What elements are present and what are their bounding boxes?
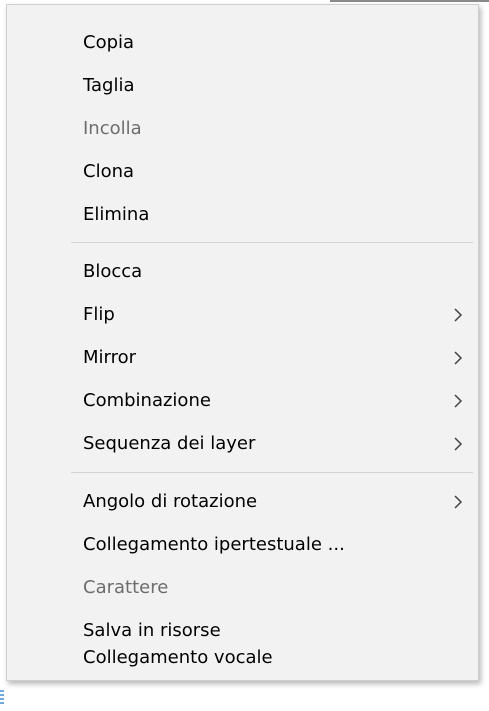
menu-item-label: Elimina xyxy=(83,204,150,225)
menu-item-label: Mirror xyxy=(83,347,137,368)
chevron-right-icon xyxy=(454,308,463,322)
menu-separator xyxy=(71,242,473,243)
menu-item-sequenza-dei-layer[interactable]: Sequenza dei layer xyxy=(7,422,478,465)
menu-item-taglia[interactable]: Taglia xyxy=(7,64,478,107)
chevron-right-icon xyxy=(454,351,463,365)
menu-separator xyxy=(71,472,473,473)
menu-item-label: Combinazione xyxy=(83,390,211,411)
menu-item-flip[interactable]: Flip xyxy=(7,293,478,336)
menu-item-label: Copia xyxy=(83,32,135,53)
menu-item-label: Incolla xyxy=(83,118,142,139)
menu-item-collegamento-vocale[interactable]: Collegamento vocale xyxy=(7,636,478,679)
menu-item-label: Angolo di rotazione xyxy=(83,491,258,512)
context-menu: Copia Taglia Incolla Clona Elimina Blocc… xyxy=(6,4,479,681)
menu-item-label: Clona xyxy=(83,161,135,182)
menu-item-combinazione[interactable]: Combinazione xyxy=(7,379,478,422)
menu-item-label: Blocca xyxy=(83,261,143,282)
selection-handle[interactable] xyxy=(0,690,4,704)
chevron-right-icon xyxy=(454,437,463,451)
menu-item-copia[interactable]: Copia xyxy=(7,21,478,64)
menu-item-angolo-di-rotazione[interactable]: Angolo di rotazione xyxy=(7,480,478,523)
menu-item-label: Sequenza dei layer xyxy=(83,433,256,454)
menu-item-collegamento-ipertestuale[interactable]: Collegamento ipertestuale ... xyxy=(7,523,478,566)
chevron-right-icon xyxy=(454,394,463,408)
menu-item-clona[interactable]: Clona xyxy=(7,150,478,193)
menu-item-label: Carattere xyxy=(83,577,169,598)
menu-item-label: Taglia xyxy=(83,75,135,96)
menu-item-blocca[interactable]: Blocca xyxy=(7,250,478,293)
menu-item-label: Collegamento vocale xyxy=(83,647,273,668)
menu-item-label: Collegamento ipertestuale ... xyxy=(83,534,345,555)
menu-item-elimina[interactable]: Elimina xyxy=(7,193,478,236)
menu-item-mirror[interactable]: Mirror xyxy=(7,336,478,379)
menu-item-carattere: Carattere xyxy=(7,566,478,609)
menu-item-label: Flip xyxy=(83,304,115,325)
toolbar-edge xyxy=(330,0,489,2)
menu-item-incolla: Incolla xyxy=(7,107,478,150)
chevron-right-icon xyxy=(454,495,463,509)
